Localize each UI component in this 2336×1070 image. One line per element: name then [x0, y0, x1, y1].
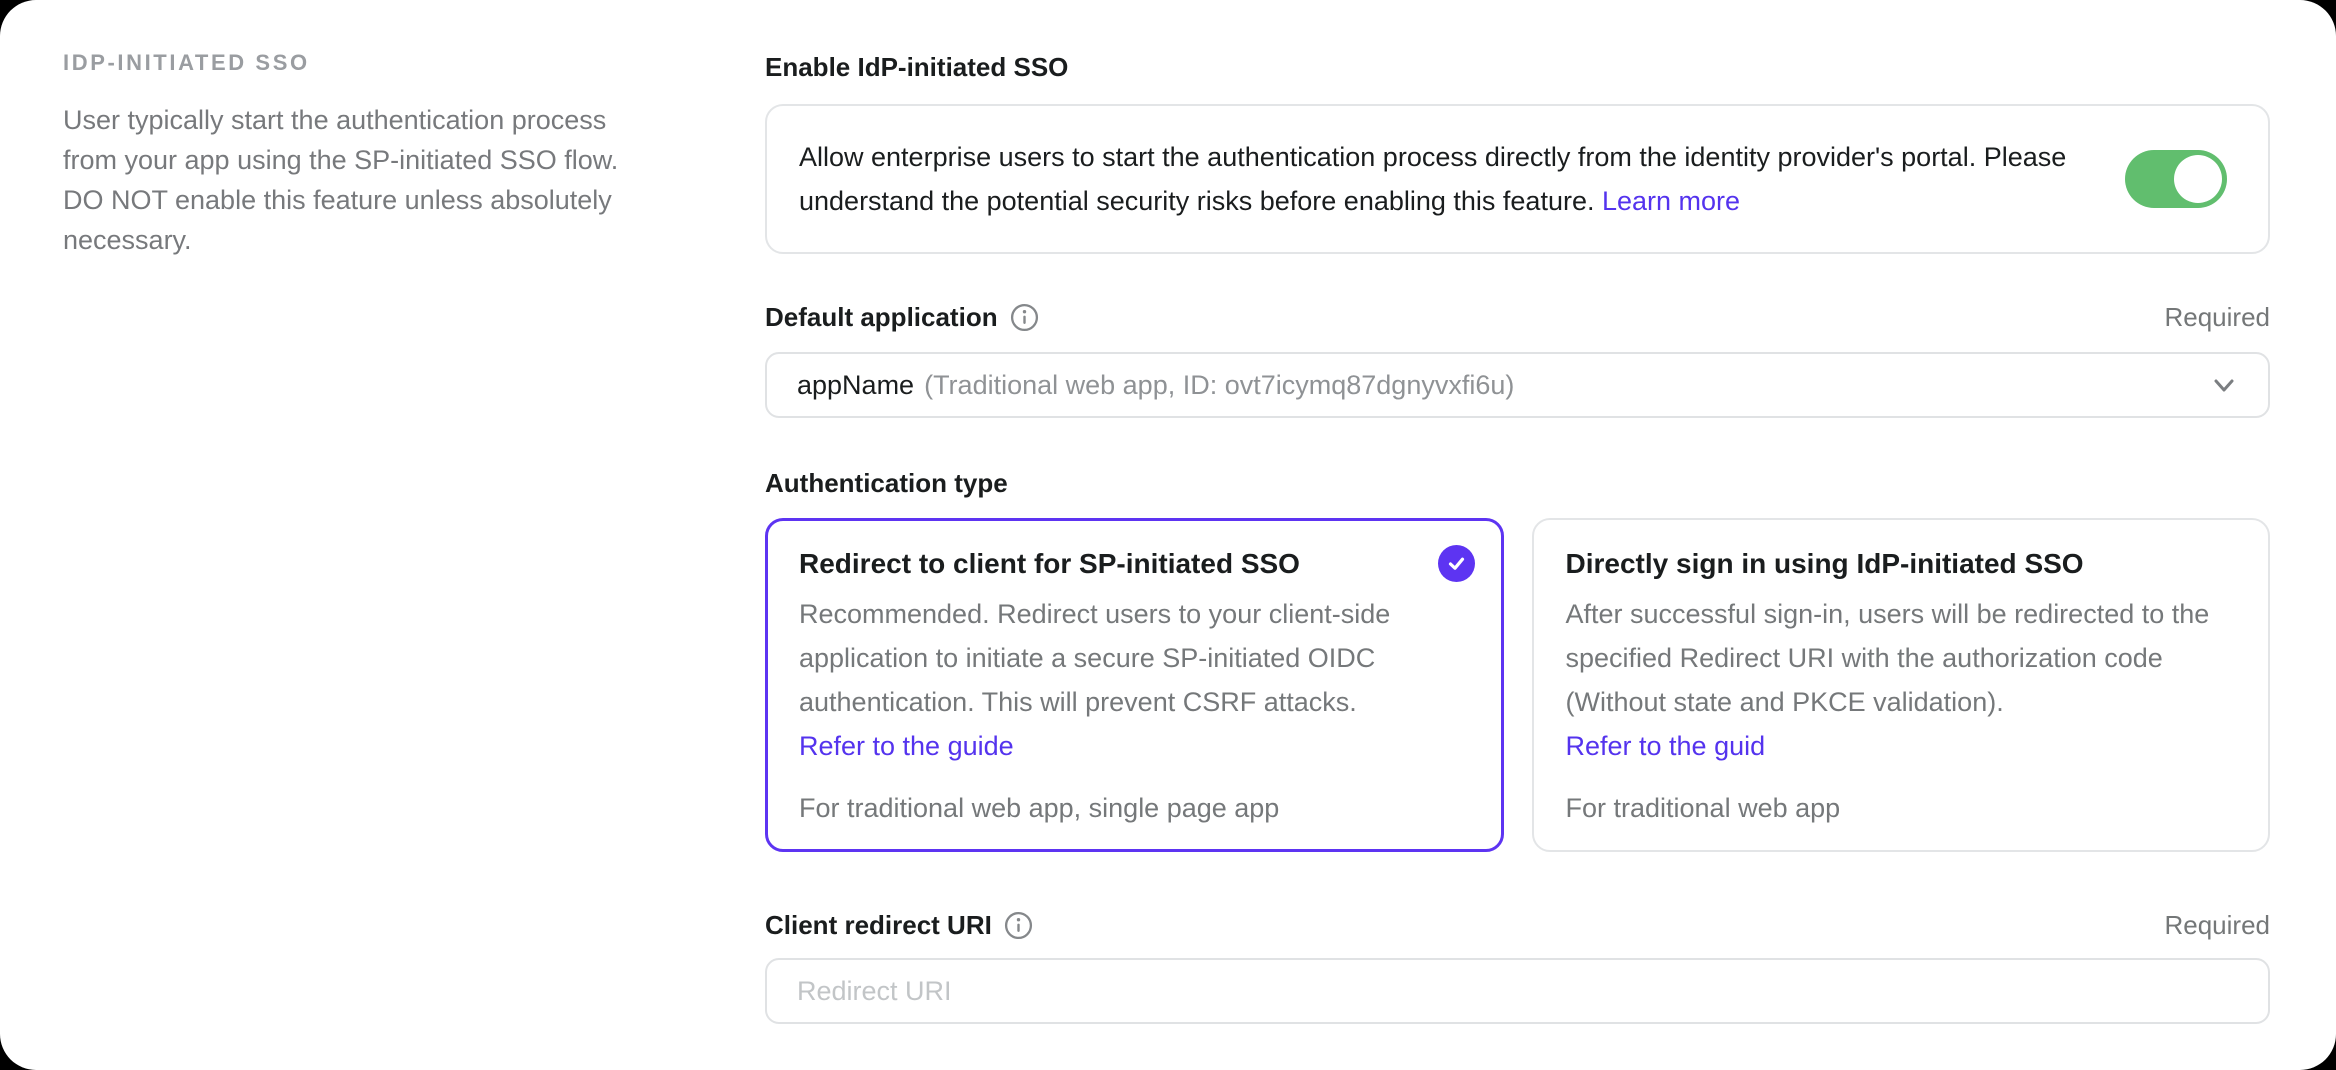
info-icon[interactable]: [1004, 911, 1033, 940]
section-description: User typically start the authentication …: [63, 100, 665, 260]
option-description: Recommended. Redirect users to your clie…: [799, 592, 1470, 724]
enable-sso-banner: Allow enterprise users to start the auth…: [765, 104, 2270, 254]
refer-to-guide-link[interactable]: Refer to the guid: [1566, 724, 2237, 768]
option-card-idp-initiated[interactable]: Directly sign in using IdP-initiated SSO…: [1532, 518, 2271, 852]
enable-sso-label: Enable IdP-initiated SSO: [765, 52, 1068, 83]
option-card-sp-initiated[interactable]: Redirect to client for SP-initiated SSO …: [765, 518, 1504, 852]
option-description: After successful sign-in, users will be …: [1566, 592, 2237, 724]
enable-sso-banner-text: Allow enterprise users to start the auth…: [799, 135, 2089, 223]
default-application-select[interactable]: appName (Traditional web app, ID: ovt7ic…: [765, 352, 2270, 418]
default-application-label-row: Default application Required: [765, 300, 2270, 334]
selected-app-detail: (Traditional web app, ID: ovt7icymq87dgn…: [924, 370, 1514, 401]
option-title: Directly sign in using IdP-initiated SSO: [1566, 548, 2237, 580]
enable-sso-label-row: Enable IdP-initiated SSO: [765, 50, 2270, 84]
required-badge: Required: [2164, 910, 2270, 941]
required-badge: Required: [2164, 302, 2270, 333]
toggle-knob: [2174, 155, 2222, 203]
default-application-label-text: Default application: [765, 302, 998, 333]
client-redirect-uri-label-text: Client redirect URI: [765, 910, 992, 941]
learn-more-link[interactable]: Learn more: [1602, 186, 1740, 216]
info-icon[interactable]: [1010, 303, 1039, 332]
section-heading: IDP-INITIATED SSO: [63, 50, 665, 76]
banner-text: Allow enterprise users to start the auth…: [799, 142, 2066, 216]
authentication-type-label-row: Authentication type: [765, 466, 2270, 500]
option-title: Redirect to client for SP-initiated SSO: [799, 548, 1470, 580]
client-redirect-uri-label: Client redirect URI: [765, 910, 1033, 941]
client-redirect-uri-label-row: Client redirect URI Required: [765, 908, 2270, 942]
idp-initiated-sso-settings-panel: IDP-INITIATED SSO User typically start t…: [0, 0, 2336, 1070]
default-application-label: Default application: [765, 302, 1039, 333]
section-description-column: IDP-INITIATED SSO User typically start t…: [0, 0, 765, 1070]
authentication-type-label: Authentication type: [765, 468, 1008, 499]
redirect-uri-input[interactable]: [765, 958, 2270, 1024]
check-icon: [1438, 545, 1475, 582]
authentication-type-options: Redirect to client for SP-initiated SSO …: [765, 518, 2270, 852]
selected-app-name: appName: [797, 370, 914, 401]
refer-to-guide-link[interactable]: Refer to the guide: [799, 724, 1470, 768]
chevron-down-icon: [2208, 369, 2240, 401]
option-footnote: For traditional web app: [1566, 793, 2237, 824]
option-footnote: For traditional web app, single page app: [799, 793, 1470, 824]
enable-sso-toggle[interactable]: [2125, 150, 2227, 208]
form-column: Enable IdP-initiated SSO Allow enterpris…: [765, 0, 2270, 1070]
